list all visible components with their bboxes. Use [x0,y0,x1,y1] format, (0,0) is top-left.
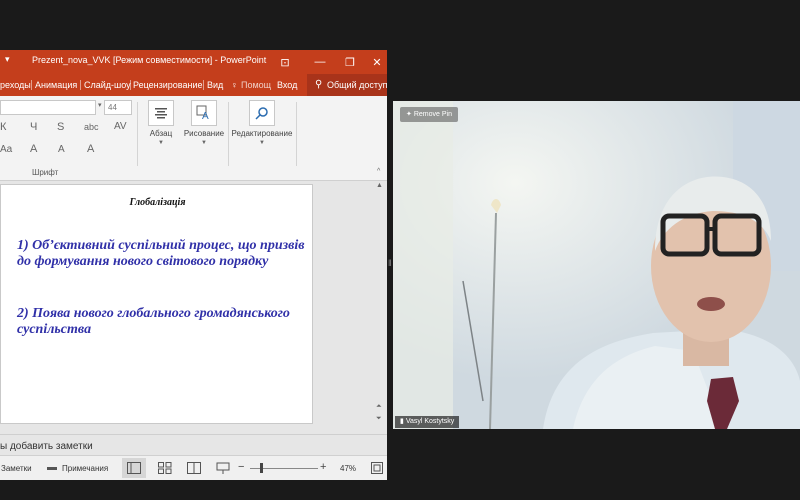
title-bar: ▾ Prezent_nova_VVK [Режим совместимости]… [0,50,387,74]
tab-separator [203,80,204,90]
paragraph-label: Абзац [149,129,173,138]
editing-label: Редактирование [231,129,293,138]
zoom-out-button[interactable]: − [238,461,244,473]
ribbon-display-icon[interactable]: ⊡ [270,50,300,74]
chevron-down-icon[interactable]: ▾ [98,101,102,109]
tab-transitions[interactable]: реходы [0,80,31,90]
close-icon[interactable]: ✕ [362,50,387,74]
restore-icon[interactable]: ❐ [335,50,365,74]
tell-me-input[interactable]: Помощ [241,80,271,90]
person-icon: ⚲ [315,79,323,90]
drawing-group[interactable]: A Рисование ▼ [182,100,226,146]
notes-placeholder: ы добавить заметки [0,441,93,452]
lightbulb-icon: ♀ [231,80,238,90]
shadow-button[interactable]: abc [84,122,99,132]
remove-pin-label: Remove Pin [413,111,452,118]
comments-button[interactable]: Примечания [62,464,108,473]
tab-separator [31,80,32,90]
chevron-down-icon: ▼ [158,140,164,146]
font-size-input[interactable]: 44 [104,100,132,115]
slide-point-2: 2) Поява нового глобального громадянсько… [17,306,290,337]
participant-name: Vasyl Kostytsky [405,418,455,425]
tab-animations[interactable]: Анимация [35,80,77,90]
remove-pin-button[interactable]: ✦ Remove Pin [400,107,458,122]
reading-view-icon[interactable] [187,462,201,474]
change-case-button[interactable]: Aa [0,144,12,155]
double-down-icon[interactable]: ⏷ [376,415,382,423]
slide-title: Глобалізація [129,197,186,208]
tab-slideshow[interactable]: Слайд-шоу [84,80,131,90]
minimize-icon[interactable]: — [305,50,335,74]
pin-icon: ✦ [406,111,412,118]
increase-font-button[interactable]: A [30,143,37,155]
split-handle-icon[interactable]: ‖ [388,258,392,274]
font-group-label: Шрифт [32,168,59,177]
chevron-down-icon: ▼ [259,140,265,146]
share-button[interactable]: ⚲ Общий доступ [307,74,387,96]
share-label: Общий доступ [327,80,387,90]
svg-text:A: A [202,111,209,121]
comment-icon: ▬ [47,462,57,473]
collapse-ribbon-icon[interactable]: ^ [377,168,380,175]
underline-button[interactable]: Ч [30,121,37,133]
scroll-up-icon[interactable]: ▲ [376,182,383,189]
shapes-icon: A [191,100,217,126]
tab-review[interactable]: Рецензирование [133,80,203,90]
window-title: Prezent_nova_VVK [Режим совместимости] -… [32,55,267,65]
normal-view-button[interactable] [122,458,146,478]
italic-button[interactable]: К [0,121,6,133]
strikethrough-button[interactable]: S [57,121,64,133]
magnifier-icon [249,100,275,126]
double-up-icon[interactable]: ⏶ [376,403,382,411]
participant-video [393,101,800,429]
align-text-icon [148,100,174,126]
group-separator [137,102,138,166]
tab-view[interactable]: Вид [207,80,223,90]
zoom-level[interactable]: 47% [340,464,356,473]
slide-point-1: 1) Об’єктивний суспільний процес, що при… [17,238,305,269]
decrease-font-button[interactable]: A [58,144,65,155]
signal-icon: ▮ [400,418,404,425]
editing-group[interactable]: Редактирование ▼ [229,100,295,146]
status-bar: Заметки ▬ Примечания − + 47% [0,455,387,480]
video-tile[interactable]: ✦ Remove Pin ▮ Vasyl Kostytsky [393,101,800,429]
zoom-in-button[interactable]: + [320,461,326,473]
tab-separator [130,80,131,90]
char-spacing-button[interactable]: AV [114,121,127,132]
ribbon: ▾ 44 К Ч S abc AV Aa A A A Шрифт Абзац ▼… [0,96,387,181]
paragraph-group[interactable]: Абзац ▼ [143,100,179,146]
slide-canvas: Глобалізація 1) Об’єктивний суспільний п… [0,181,387,476]
fit-to-window-icon[interactable] [371,462,383,474]
tab-separator [80,80,81,90]
zoom-thumb[interactable] [260,463,263,473]
powerpoint-window: ▾ Prezent_nova_VVK [Режим совместимости]… [0,50,387,480]
sign-in-link[interactable]: Вход [277,80,297,90]
notes-button[interactable]: Заметки [1,464,32,473]
slide[interactable]: Глобалізація 1) Об’єктивний суспільний п… [0,184,313,424]
clear-format-button[interactable]: A [87,143,94,155]
participant-name-tag: ▮ Vasyl Kostytsky [395,416,460,428]
drawing-label: Рисование [183,129,225,138]
vertical-scrollbar[interactable]: ▲ ⏶ ⏷ [374,181,387,431]
chevron-down-icon: ▼ [201,140,207,146]
slideshow-icon[interactable] [216,462,230,474]
group-separator [296,102,297,166]
slide-sorter-icon[interactable] [158,462,172,474]
save-icon[interactable]: ▾ [5,54,10,65]
font-name-input[interactable] [0,100,96,115]
